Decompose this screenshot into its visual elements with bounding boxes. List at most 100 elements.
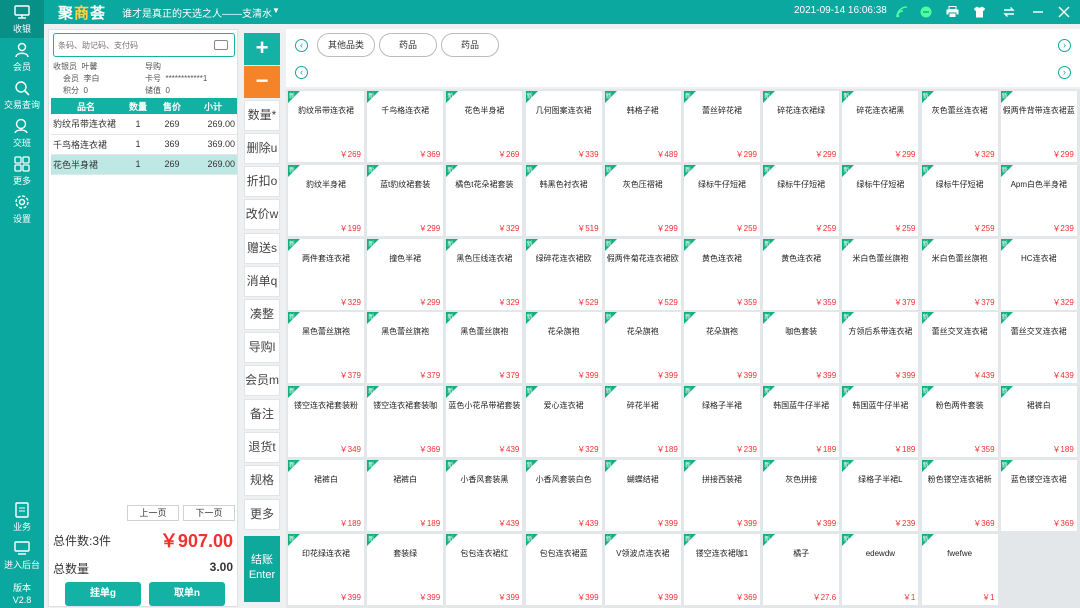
product-card[interactable]: 新韩国蓝牛仔半裙 ￥189 — [763, 386, 840, 458]
product-card[interactable]: 新蓝色小花吊带裙套装 ￥439 — [446, 386, 523, 458]
category-tab[interactable]: 药品 — [441, 33, 499, 57]
product-card[interactable]: 新绿标牛仔短裙 ￥259 — [684, 164, 760, 236]
product-card[interactable]: 新绿标牛仔短裙 ￥259 — [921, 164, 998, 236]
product-card[interactable]: 新裙裤白 ￥189 — [367, 460, 444, 531]
product-card[interactable]: 新裙裤白 ￥189 — [288, 460, 364, 531]
product-card[interactable]: 新橘子 ￥27.6 — [763, 533, 840, 605]
scan-field[interactable] — [53, 33, 235, 57]
note-button[interactable]: 备注 — [244, 399, 280, 430]
product-card[interactable]: 新豹纹吊带连衣裙 ￥269 — [288, 91, 364, 162]
product-card[interactable]: 新裙裤白 ￥189 — [1000, 386, 1077, 458]
product-card[interactable]: 新千鸟格连衣裙 ￥369 — [367, 91, 444, 162]
product-card[interactable]: 新绿碎花连衣裙欧 ￥529 — [525, 238, 602, 310]
product-card[interactable]: 新蓝色镂空连衣裙 ￥369 — [1000, 460, 1077, 531]
gift-button[interactable]: 赠送s — [244, 233, 280, 264]
category-next-icon[interactable]: › — [1058, 39, 1071, 52]
nav-item-business[interactable]: 业务 — [0, 498, 44, 536]
product-card[interactable]: 新黑色蕾丝旗袍 ￥379 — [446, 312, 523, 384]
product-card[interactable]: 新黄色连衣裙 ￥359 — [763, 238, 840, 310]
add-button[interactable]: + — [244, 33, 280, 65]
product-card[interactable]: 新包包连衣裙红 ￥399 — [446, 533, 523, 605]
next-page-button[interactable]: 下一页 — [183, 505, 235, 521]
guide-info[interactable]: 导购 — [145, 61, 163, 72]
product-card[interactable]: 新绿格子半裙 ￥239 — [684, 386, 760, 458]
product-card[interactable]: 新 V领波点连衣裙 ￥399 — [604, 533, 681, 605]
nav-item-settings[interactable]: 设置 — [0, 190, 44, 228]
member-button[interactable]: 会员m — [244, 365, 280, 396]
product-card[interactable]: 新花朵旗袍 ￥399 — [684, 312, 760, 384]
product-card[interactable]: 新蕾丝交叉连衣裙 ￥439 — [921, 312, 998, 384]
nav-item-handover[interactable]: 交班 — [0, 114, 44, 152]
printer-icon[interactable] — [944, 4, 960, 20]
product-card[interactable]: 新粉色两件套装 ￥359 — [921, 386, 998, 458]
product-card[interactable]: 新 HC连衣裙 ￥329 — [1000, 238, 1077, 310]
return-button[interactable]: 退货t — [244, 432, 280, 463]
close-icon[interactable] — [1056, 4, 1072, 20]
category-tab[interactable]: 药品 — [379, 33, 437, 57]
product-card[interactable]: 新蕾丝交叉连衣裙 ￥439 — [1000, 312, 1077, 384]
product-card[interactable]: 新碎花半裙 ￥189 — [604, 386, 681, 458]
retrieve-order-button[interactable]: 取单n — [149, 582, 225, 606]
product-card[interactable]: 新咖色套装 ￥399 — [763, 312, 840, 384]
product-card[interactable]: 新镂空连衣裙套装咖 ￥369 — [367, 386, 444, 458]
product-card[interactable]: 新小香风套装白色 ￥439 — [525, 460, 602, 531]
product-card[interactable]: 新灰色拼接 ￥399 — [763, 460, 840, 531]
product-card[interactable]: 新米白色蕾丝旗袍 ￥379 — [921, 238, 998, 310]
product-card[interactable]: 新韩黑色衬衣裙 ￥519 — [525, 164, 602, 236]
product-card[interactable]: 新橘色t花朵裙套装 ￥329 — [446, 164, 523, 236]
prev-page-button[interactable]: 上一页 — [127, 505, 179, 521]
subcategory-prev-icon[interactable]: ‹ — [295, 66, 308, 79]
checkout-button[interactable]: 结账 Enter — [244, 536, 280, 602]
more-button[interactable]: 更多 — [244, 499, 280, 530]
product-card[interactable]: 新小香风套装黑 ￥439 — [446, 460, 523, 531]
nav-item-cashier[interactable]: 收银 — [0, 0, 44, 38]
guide-button[interactable]: 导购l — [244, 332, 280, 363]
nav-item-member[interactable]: 会员 — [0, 38, 44, 76]
product-card[interactable]: 新花朵旗袍 ￥399 — [525, 312, 602, 384]
product-card[interactable]: 新绿标牛仔短裙 ￥259 — [763, 164, 840, 236]
product-card[interactable]: 新蕾丝碎花裙 ￥299 — [684, 91, 760, 162]
product-card[interactable]: 新灰色压褶裙 ￥299 — [604, 164, 681, 236]
scan-input[interactable] — [54, 34, 204, 56]
product-card[interactable]: 新几何图案连衣裙 ￥339 — [525, 91, 602, 162]
product-card[interactable]: 新假两件背带连衣裙蓝 ￥299 — [1000, 91, 1077, 162]
round-off-button[interactable]: 凑整 — [244, 299, 280, 330]
product-card[interactable]: 新碎花连衣裙绿 ￥299 — [763, 91, 840, 162]
product-card[interactable]: 新米白色蕾丝旗袍 ￥379 — [842, 238, 919, 310]
product-card[interactable]: 新黑色蕾丝旗袍 ￥379 — [288, 312, 364, 384]
table-row[interactable]: 豹纹吊带连衣裙 1 269 269.00 — [51, 114, 237, 135]
nav-item-more[interactable]: 更多 — [0, 152, 44, 190]
product-card[interactable]: 新韩格子裙 ￥489 — [604, 91, 681, 162]
product-card[interactable]: 新黑色蕾丝旗袍 ￥379 — [367, 312, 444, 384]
product-card[interactable]: 新粉色镂空连衣裙新 ￥369 — [921, 460, 998, 531]
subcategory-next-icon[interactable]: › — [1058, 66, 1071, 79]
product-card[interactable]: 新花朵旗袍 ￥399 — [604, 312, 681, 384]
product-card[interactable]: 新两件套连衣裙 ￥329 — [288, 238, 364, 310]
product-card[interactable]: 新 Apm白色半身裙 ￥239 — [1000, 164, 1077, 236]
product-card[interactable]: 新包包连衣裙蓝 ￥399 — [525, 533, 602, 605]
product-card[interactable]: 新镂空连衣裙套装粉 ￥349 — [288, 386, 364, 458]
keyboard-icon[interactable] — [214, 40, 228, 50]
delete-button[interactable]: 删除u — [244, 133, 280, 164]
tshirt-icon[interactable] — [971, 4, 987, 20]
nav-item-backend[interactable]: 进入后台 — [0, 536, 44, 574]
product-card[interactable]: 新方领后系带连衣裙 ￥399 — [842, 312, 919, 384]
product-card[interactable]: 新镂空连衣裙咖1 ￥369 — [684, 533, 760, 605]
table-row-selected[interactable]: 花色半身裙 1 269 269.00 — [51, 154, 237, 175]
product-card[interactable]: 新蓝t豹纹裙套装 ￥299 — [367, 164, 444, 236]
discount-button[interactable]: 折扣o — [244, 166, 280, 197]
product-card[interactable]: 新韩国蓝牛仔半裙 ￥189 — [842, 386, 919, 458]
hold-order-button[interactable]: 挂单g — [65, 582, 141, 606]
store-slogan[interactable]: 谁才是真正的天选之人——支清水 — [122, 5, 272, 20]
change-price-button[interactable]: 改价w — [244, 199, 280, 230]
spec-button[interactable]: 规格 — [244, 465, 280, 496]
product-card[interactable]: 新蝴蝶结裙 ￥399 — [604, 460, 681, 531]
product-card[interactable]: 新拼接西装裙 ￥399 — [684, 460, 760, 531]
table-row[interactable]: 千鸟格连衣裙 1 369 369.00 — [51, 134, 237, 155]
void-order-button[interactable]: 消单q — [244, 266, 280, 297]
product-card[interactable]: 新黄色连衣裙 ￥359 — [684, 238, 760, 310]
product-card[interactable]: 新撞色半裙 ￥299 — [367, 238, 444, 310]
product-card[interactable]: 新绿标牛仔短裙 ￥259 — [842, 164, 919, 236]
subtract-button[interactable]: − — [244, 66, 280, 98]
swap-icon[interactable] — [1001, 4, 1017, 20]
